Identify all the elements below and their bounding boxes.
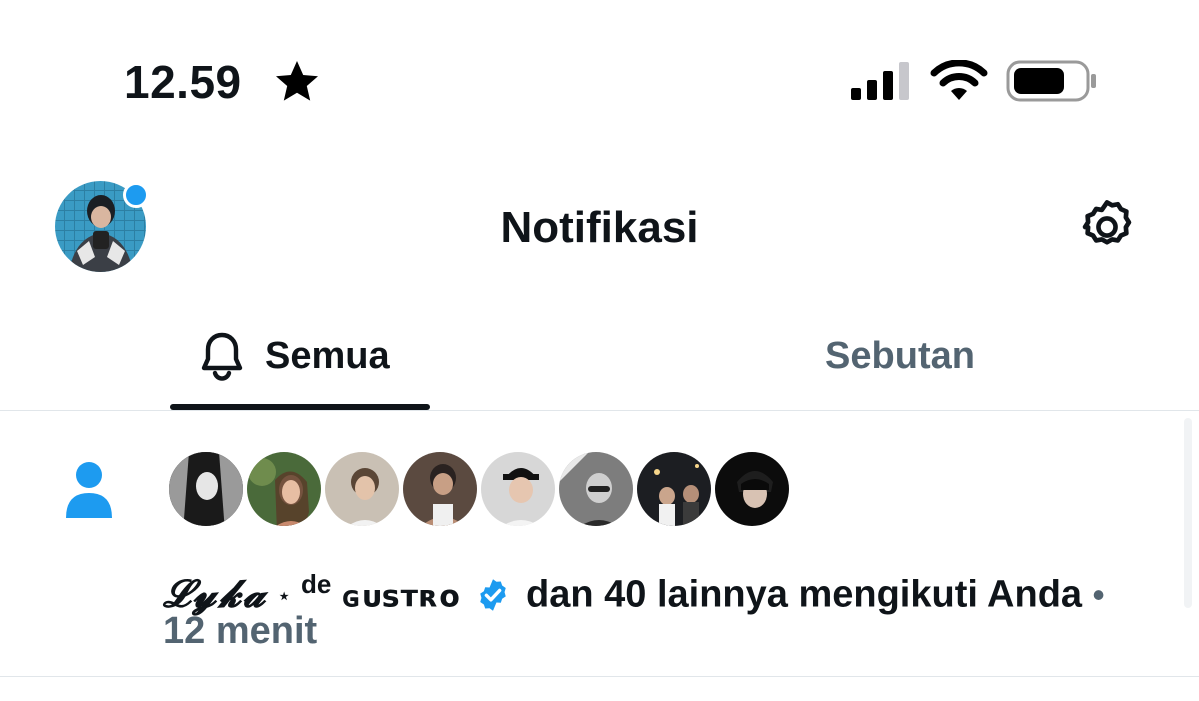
tab-mentions-label: Sebutan xyxy=(825,335,975,377)
follower-avatar[interactable] xyxy=(166,449,246,529)
follower-avatar[interactable] xyxy=(712,449,792,529)
follower-avatar[interactable] xyxy=(478,449,558,529)
tab-all[interactable]: Semua xyxy=(170,318,430,410)
separator: • xyxy=(1092,576,1105,615)
follower-name-2[interactable]: ɢᴜꜱᴛʀᴏ xyxy=(342,580,461,615)
follower-avatar[interactable] xyxy=(634,449,714,529)
tab-mentions[interactable]: Sebutan xyxy=(770,318,1030,410)
bell-icon xyxy=(201,332,243,381)
divider xyxy=(0,410,1199,411)
scrollbar[interactable] xyxy=(1184,418,1192,608)
follower-name-prefix: de xyxy=(301,569,332,599)
wifi-icon xyxy=(930,60,988,100)
star-icon xyxy=(276,61,318,101)
follower-avatar[interactable] xyxy=(244,449,324,529)
verified-badge-icon xyxy=(480,578,507,611)
notification-message: dan 40 lainnya mengikuti Anda xyxy=(526,573,1083,616)
person-icon xyxy=(66,462,112,518)
battery-icon xyxy=(1006,60,1096,102)
divider xyxy=(0,676,1199,677)
gear-icon[interactable] xyxy=(1074,196,1140,258)
sparkle: ⋆ xyxy=(277,585,291,608)
tab-all-label: Semua xyxy=(265,335,390,377)
signal-icon xyxy=(851,62,909,100)
notification-time: 12 menit xyxy=(163,610,318,652)
follower-avatar[interactable] xyxy=(400,449,480,529)
status-time: 12.59 xyxy=(124,56,242,108)
page-title: Notifikasi xyxy=(500,203,699,252)
follower-avatar[interactable] xyxy=(556,449,636,529)
follower-avatar[interactable] xyxy=(322,449,402,529)
